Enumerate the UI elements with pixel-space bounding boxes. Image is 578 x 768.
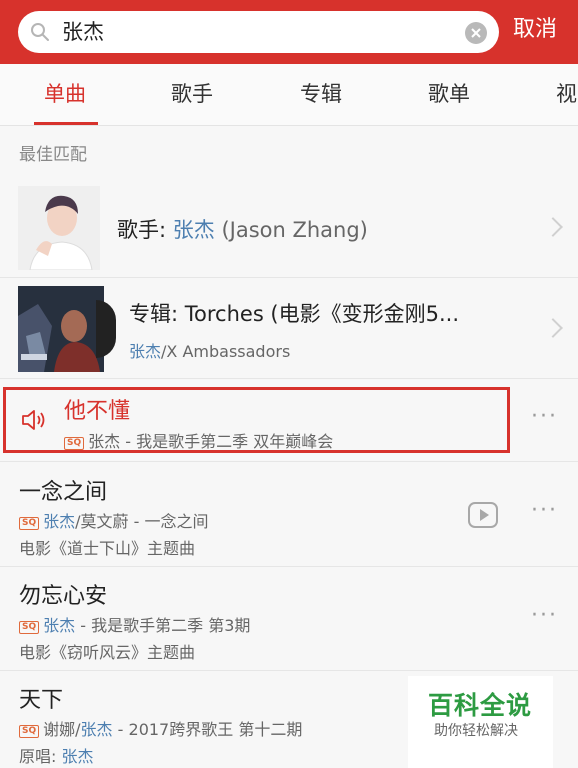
more-icon[interactable]: ··· xyxy=(531,498,558,523)
album-artists: 张杰/X Ambassadors xyxy=(129,338,290,362)
chevron-right-icon xyxy=(543,217,563,237)
mv-play-icon[interactable] xyxy=(468,502,498,528)
sq-badge: SQ xyxy=(19,725,40,738)
artist-alias: (Jason Zhang) xyxy=(214,218,368,242)
tab-playlists[interactable]: 歌单 xyxy=(428,80,470,108)
search-icon xyxy=(31,23,49,41)
song-info: SQ 张杰/莫文蔚 - 一念之间 xyxy=(19,508,209,532)
song-artist-extra: 谢娜/ xyxy=(43,720,81,739)
song-note: 电影《窃听风云》主题曲 xyxy=(19,643,196,662)
original-singer-label: 原唱: xyxy=(19,747,62,766)
best-match-label: 最佳匹配 xyxy=(19,145,87,165)
song-artist[interactable]: 张杰 xyxy=(43,616,75,635)
chevron-right-icon xyxy=(543,318,563,338)
album-name: Torches (电影《变形金刚5... xyxy=(184,302,460,326)
result-tabs: 单曲 歌手 专辑 歌单 视 xyxy=(0,64,578,126)
artist-title: 歌手: 张杰 (Jason Zhang) xyxy=(117,214,368,244)
song-title: 勿忘心安 xyxy=(19,584,108,609)
song-title: 一念之间 xyxy=(19,480,108,505)
album-artist-link[interactable]: 张杰 xyxy=(129,342,161,361)
sq-badge: SQ xyxy=(19,517,40,530)
song-artist[interactable]: 张杰 xyxy=(81,720,113,739)
artist-name: 张杰 xyxy=(172,218,215,242)
original-singer[interactable]: 张杰 xyxy=(61,747,93,766)
album-disc xyxy=(96,300,116,358)
search-header: 张杰 取消 xyxy=(0,0,578,64)
song-info: SQ 谢娜/张杰 - 2017跨界歌王 第十二期 xyxy=(19,716,302,740)
album-cover xyxy=(18,286,104,372)
album-artist-other: /X Ambassadors xyxy=(161,342,291,361)
active-tab-indicator xyxy=(34,122,98,125)
song-album: - 我是歌手第二季 第3期 xyxy=(75,616,251,635)
watermark-subtitle: 助你轻松解决 xyxy=(434,723,518,739)
cancel-button[interactable]: 取消 xyxy=(513,16,557,44)
artist-avatar xyxy=(18,186,100,270)
song-title: 天下 xyxy=(19,688,64,713)
song-artist[interactable]: 张杰 xyxy=(43,512,75,531)
song-info: SQ 张杰 - 我是歌手第二季 第3期 xyxy=(19,612,250,636)
album-title: 专辑: Torches (电影《变形金刚5... xyxy=(129,298,459,328)
song-album: - 一念之间 xyxy=(128,512,209,531)
highlight-box xyxy=(3,387,510,453)
artist-result[interactable]: 歌手: 张杰 (Jason Zhang) xyxy=(0,178,578,278)
search-input[interactable]: 张杰 xyxy=(18,11,499,53)
more-icon[interactable]: ··· xyxy=(531,404,558,429)
song-note: 原唱: 张杰 xyxy=(19,743,94,767)
tab-albums[interactable]: 专辑 xyxy=(300,80,342,108)
album-prefix: 专辑: xyxy=(129,302,185,326)
tab-songs[interactable]: 单曲 xyxy=(44,80,86,108)
clear-icon[interactable] xyxy=(465,22,487,44)
watermark-title: 百科全说 xyxy=(428,691,533,720)
song-note: 电影《道士下山》主题曲 xyxy=(19,539,196,558)
tab-artists[interactable]: 歌手 xyxy=(171,80,213,108)
song-row[interactable]: 一念之间 SQ 张杰/莫文蔚 - 一念之间 电影《道士下山》主题曲 ··· xyxy=(0,462,578,567)
watermark-logo: 百科全说 助你轻松解决 xyxy=(408,676,553,768)
more-icon[interactable]: ··· xyxy=(531,603,558,628)
album-result[interactable]: 专辑: Torches (电影《变形金刚5... 张杰/X Ambassador… xyxy=(0,278,578,379)
search-query[interactable]: 张杰 xyxy=(62,19,104,45)
song-artist-extra: /莫文蔚 xyxy=(75,512,129,531)
song-album: - 2017跨界歌王 第十二期 xyxy=(112,720,303,739)
artist-prefix: 歌手: xyxy=(117,218,173,242)
song-row[interactable]: 勿忘心安 SQ 张杰 - 我是歌手第二季 第3期 电影《窃听风云》主题曲 ··· xyxy=(0,567,578,671)
tab-videos[interactable]: 视 xyxy=(556,80,577,108)
sq-badge: SQ xyxy=(19,621,40,634)
